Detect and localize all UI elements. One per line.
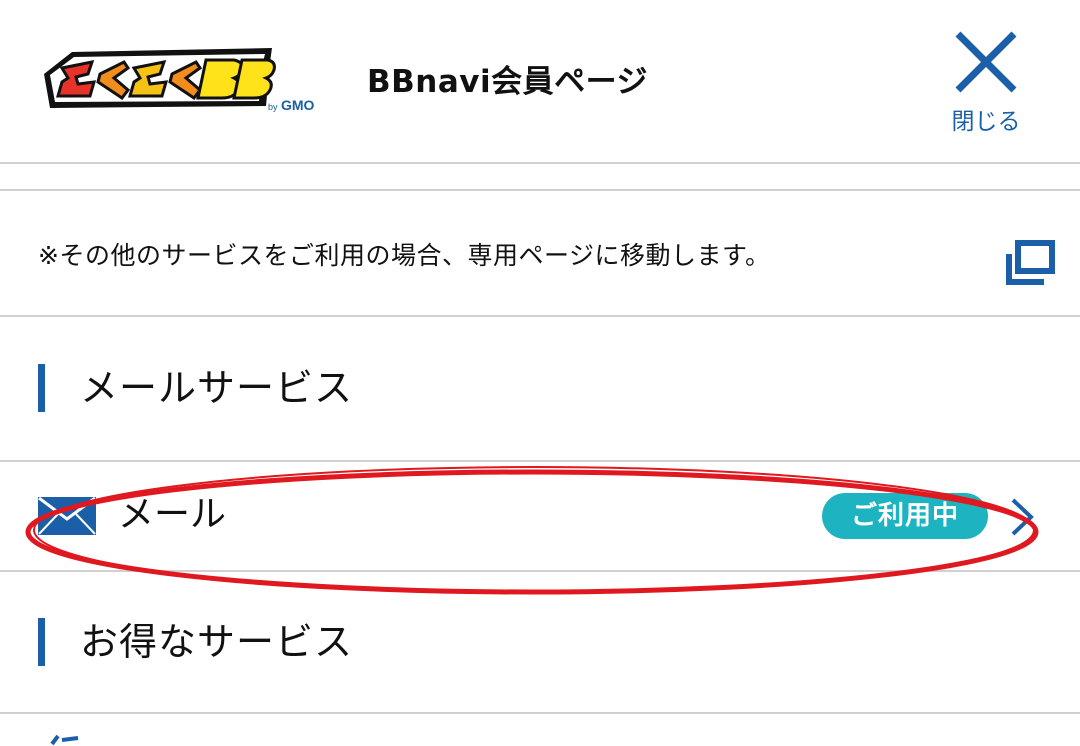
header-divider <box>0 162 1080 164</box>
svg-text:by: by <box>268 102 278 112</box>
section-heading-mail: メールサービス <box>38 364 738 414</box>
partial-item-icon <box>50 734 79 746</box>
svg-text:GMO: GMO <box>281 97 315 113</box>
external-notice-text: ※その他のサービスをご利用の場合、専用ページに移動します。 <box>38 241 771 270</box>
mail-service-item[interactable]: メール ご利用中 <box>0 462 1080 570</box>
page-title: BBnavi会員ページ <box>367 64 648 100</box>
section-heading-deals: お得なサービス <box>38 618 738 668</box>
status-badge: ご利用中 <box>822 493 988 539</box>
close-x-icon <box>955 31 1017 93</box>
external-window-icon[interactable] <box>1004 240 1056 286</box>
divider <box>0 712 1080 714</box>
mail-item-label: メール <box>118 494 227 535</box>
divider <box>0 570 1080 572</box>
section-accent-bar <box>38 364 45 412</box>
close-button[interactable]: 閉じる <box>944 26 1028 138</box>
brand-logo[interactable]: by GMO <box>38 44 330 114</box>
page: by GMO BBnavi会員ページ 閉じる ※その他のサービスをご利用の場合、… <box>0 0 1080 746</box>
section-accent-bar <box>38 618 45 666</box>
section-title: メールサービス <box>80 366 354 410</box>
divider <box>0 315 1080 317</box>
section-title: お得なサービス <box>80 620 354 664</box>
close-label: 閉じる <box>951 109 1021 135</box>
envelope-icon <box>38 497 96 535</box>
divider <box>0 189 1080 191</box>
header: by GMO BBnavi会員ページ 閉じる <box>0 0 1080 162</box>
chevron-right-icon <box>1011 498 1034 536</box>
